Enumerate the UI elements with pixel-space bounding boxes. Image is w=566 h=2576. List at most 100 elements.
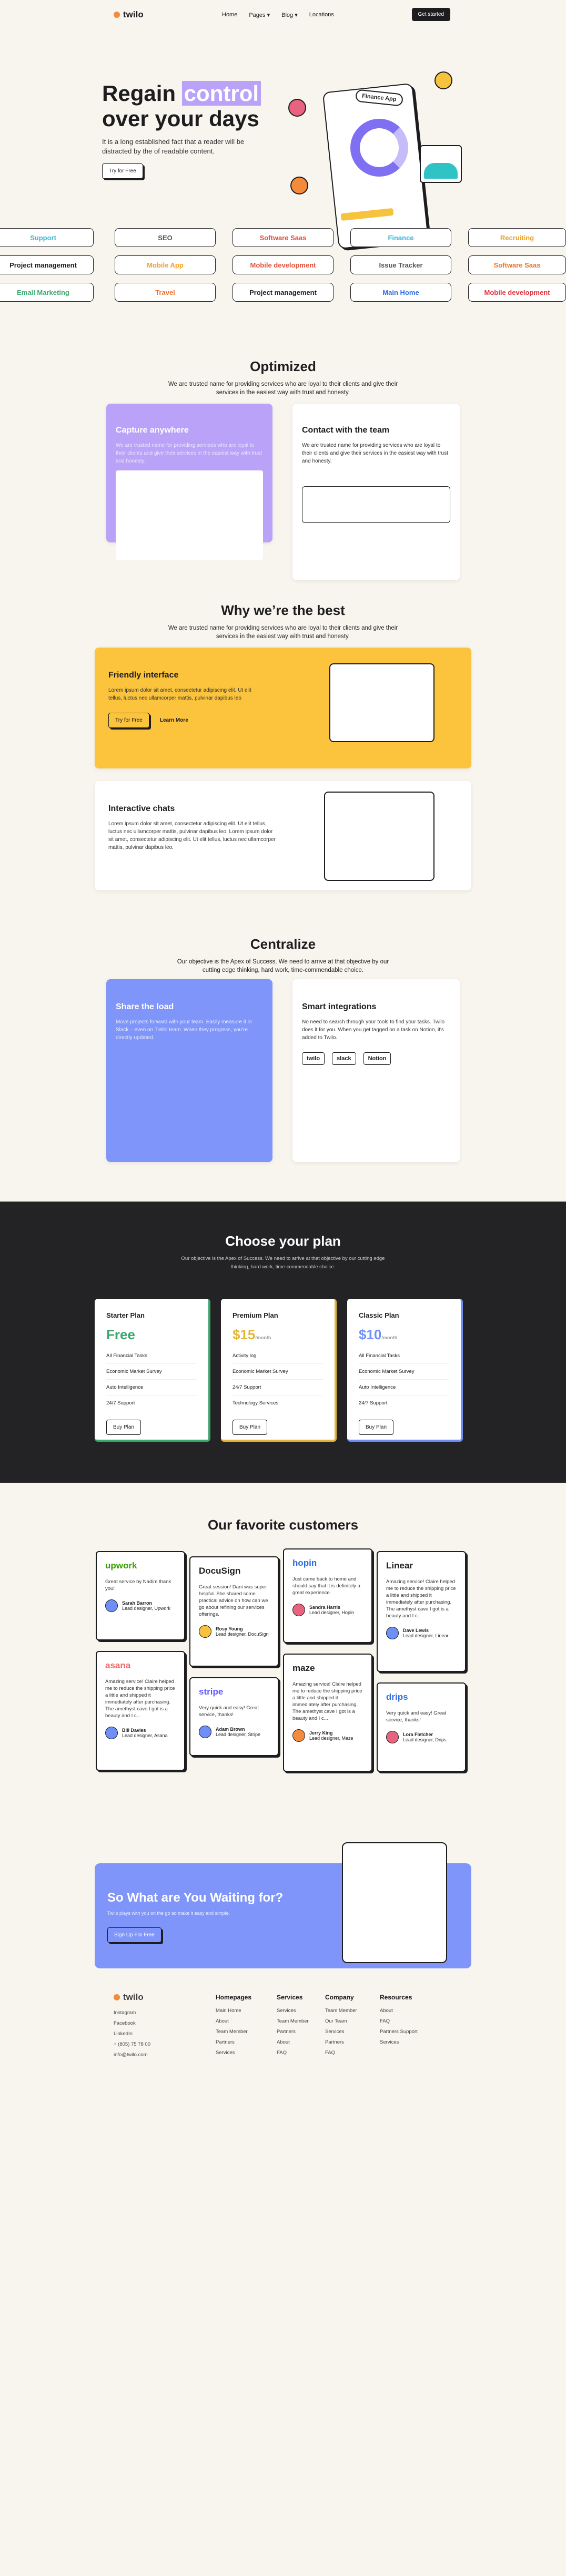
nav-pages[interactable]: Pages ▾ [249,12,270,18]
footer-link[interactable]: Partners [216,2037,251,2048]
email-link[interactable]: info@twilo.com [114,2050,150,2060]
get-started-button[interactable]: Get started [411,8,450,21]
bar-chart-illustration [116,470,263,560]
cta-desc: Twilo plays with you on the go so make i… [107,1911,230,1916]
nav-home[interactable]: Home [222,12,237,18]
buy-plan-button[interactable]: Buy Plan [106,1420,142,1435]
footer-column: Services Services Team Member Partners A… [277,1992,309,2058]
tag[interactable]: Email Marketing [0,283,94,302]
footer-link[interactable]: About [277,2037,309,2048]
tag[interactable]: Software Saas [233,228,333,247]
footer-link[interactable]: About [216,2016,251,2027]
tag-cloud: Support SEO Software Saas Finance Recrui… [0,224,566,308]
avatar [386,1731,399,1743]
avatar [292,1604,305,1616]
buy-plan-button[interactable]: Buy Plan [359,1420,394,1435]
plan-card: Classic Plan $10/month All Financial Tas… [347,1299,463,1442]
tag[interactable]: Issue Tracker [350,255,451,274]
footer-link[interactable]: Services [325,2027,357,2037]
footer-link[interactable]: Services [277,2006,309,2016]
section-desc: We are trusted name for providing servic… [168,625,398,640]
integration-badge: slack [332,1052,356,1065]
footer-link[interactable]: Our Team [325,2016,357,2027]
top-nav: twilo Home Pages ▾ Blog ▾ Locations Get … [0,0,566,29]
testimonial-card: Linear Amazing service! Claire helped me… [377,1551,466,1672]
section-desc: We are trusted name for providing servic… [168,381,398,396]
footer-link[interactable]: Partners [325,2037,357,2048]
chevron-down-icon: ▾ [295,12,298,18]
linkedin-link[interactable]: LinkedIn [114,2029,150,2039]
logo-dot-icon [114,1994,120,2000]
try-free-button[interactable]: Try for Free [108,713,149,728]
try-free-button[interactable]: Try for Free [102,163,143,179]
footer-column: Company Team Member Our Team Services Pa… [325,1992,357,2058]
footer-link[interactable]: Services [380,2037,418,2048]
plan-card: Premium Plan $15/month Activity log Econ… [221,1299,337,1442]
section-title: Our favorite customers [207,1517,359,1533]
interactive-chats-card: Interactive chats Lorem ipsum dolor sit … [95,781,471,890]
logo[interactable]: twilo [114,1992,150,2003]
tag[interactable]: Software Saas [468,255,566,274]
footer-link[interactable]: Main Home [216,2006,251,2016]
footer-link[interactable]: Team Member [216,2027,251,2037]
tag[interactable]: Main Home [350,283,451,302]
testimonial-card: asana Amazing service! Claire helped me … [96,1651,185,1771]
testimonial-card: hopin Just came back to home and should … [283,1548,372,1643]
cta-banner: So What are You Waiting for? Twilo plays… [95,1842,471,1968]
why-section: Why we’re the best We are trusted name f… [0,560,566,897]
tag[interactable]: Project management [0,255,94,274]
centralize-section: Centralize Our objective is the Apex of … [0,897,566,1202]
footer-link[interactable]: FAQ [380,2016,418,2027]
logo[interactable]: twilo [114,9,144,20]
hero-title: Regain control over your days [102,81,291,131]
donut-chart-icon [350,119,408,177]
tag[interactable]: Mobile App [115,255,216,274]
learn-more-link[interactable]: Learn More [160,717,188,723]
avatar [386,1627,399,1639]
avatar [199,1625,211,1638]
tag[interactable]: Support [0,228,94,247]
tag[interactable]: SEO [115,228,216,247]
hero: Regain control over your days It is a lon… [0,29,566,250]
tag[interactable]: Mobile development [468,283,566,302]
footer-column: Resources About FAQ Partners Support Ser… [380,1992,418,2048]
avatar [105,1727,118,1739]
tag[interactable]: Mobile development [233,255,333,274]
footer-link[interactable]: Team Member [325,2006,357,2016]
tag[interactable]: Recruiting [468,228,566,247]
nav-blog[interactable]: Blog ▾ [281,12,298,18]
chart-card-illustration [420,145,462,183]
footer-link[interactable]: Partners Support [380,2027,418,2037]
testimonial-card: maze Amazing service! Claire helped me t… [283,1654,372,1772]
chat-illustration [302,486,450,523]
tag[interactable]: Travel [115,283,216,302]
avatar [292,1729,305,1742]
footer-link[interactable]: About [380,2006,418,2016]
hero-desc: It is a long established fact that a rea… [102,138,245,155]
testimonial-card: DocuSign Great session! Dani was super h… [189,1556,279,1667]
contact-team-card: Contact with the team We are trusted nam… [292,404,460,580]
section-title: Centralize [250,936,316,952]
dashboard-illustration [342,1842,447,1963]
footer-link[interactable]: Partners [277,2027,309,2037]
instagram-link[interactable]: Instagram [114,2008,150,2018]
section-desc: Our objective is the Apex of Success. We… [177,959,389,973]
footer-link[interactable]: FAQ [277,2048,309,2058]
facebook-link[interactable]: Facebook [114,2018,150,2029]
testimonial-card: upwork Great service by Nadim thank you!… [96,1551,185,1640]
friendly-interface-card: Friendly interface Lorem ipsum dolor sit… [95,648,471,768]
nav-locations[interactable]: Locations [309,12,334,18]
section-desc: Our objective is the Apex of Success. We… [181,1256,385,1270]
plan-card: Starter Plan Free All Financial Tasks Ec… [95,1299,210,1442]
tag[interactable]: Project management [233,283,333,302]
cta-title: So What are You Waiting for? [107,1891,284,1905]
tag[interactable]: Finance [350,228,451,247]
sign-up-button[interactable]: Sign Up For Free [107,1927,161,1943]
footer-link[interactable]: Services [216,2048,251,2058]
buy-plan-button[interactable]: Buy Plan [233,1420,268,1435]
avatar [434,71,452,89]
avatar [288,99,306,117]
footer-link[interactable]: FAQ [325,2048,357,2058]
footer-link[interactable]: Team Member [277,2016,309,2027]
chat-bubbles-illustration [324,792,434,881]
